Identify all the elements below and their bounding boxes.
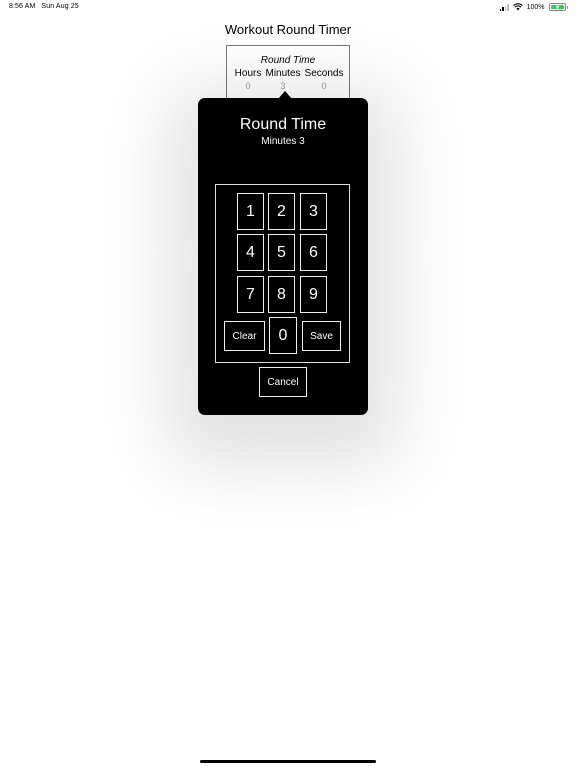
hours-column[interactable]: Hours 0 xyxy=(233,68,263,91)
key-4[interactable]: 4 xyxy=(237,234,264,271)
minutes-label: Minutes xyxy=(265,68,301,79)
key-3[interactable]: 3 xyxy=(300,193,327,230)
key-5[interactable]: 5 xyxy=(268,234,295,271)
hours-label: Hours xyxy=(234,68,262,79)
save-button[interactable]: Save xyxy=(302,321,341,351)
screen: 8:56 AM Sun Aug 25 100% Workout Round Ti… xyxy=(0,0,576,768)
charging-bolt-icon xyxy=(555,4,559,10)
popover-subtitle: Minutes 3 xyxy=(261,136,305,147)
seconds-value: 0 xyxy=(321,81,327,91)
minutes-value: 3 xyxy=(280,81,286,91)
cellular-signal-icon xyxy=(499,4,509,11)
key-6[interactable]: 6 xyxy=(300,234,327,271)
key-0[interactable]: 0 xyxy=(269,317,297,354)
wifi-icon xyxy=(512,3,523,11)
battery-percent: 100% xyxy=(526,3,545,11)
hours-value: 0 xyxy=(245,81,251,91)
round-time-box-title: Round Time xyxy=(260,55,316,66)
cancel-button[interactable]: Cancel xyxy=(259,367,307,397)
seconds-column[interactable]: Seconds 0 xyxy=(303,68,345,91)
keypad: 1 2 3 4 5 6 7 8 9 Clear 0 Save xyxy=(215,184,350,363)
clear-button[interactable]: Clear xyxy=(224,321,265,351)
popover-title: Round Time xyxy=(239,116,327,133)
battery-icon xyxy=(548,3,566,11)
status-indicators: 100% xyxy=(499,2,568,12)
minutes-column[interactable]: Minutes 3 xyxy=(264,68,302,91)
app-title: Workout Round Timer xyxy=(224,22,352,37)
key-8[interactable]: 8 xyxy=(268,276,295,313)
battery-tip xyxy=(566,5,568,9)
status-time-date: 8:56 AM Sun Aug 25 xyxy=(9,3,79,10)
key-2[interactable]: 2 xyxy=(268,193,295,230)
seconds-label: Seconds xyxy=(304,68,344,79)
key-1[interactable]: 1 xyxy=(237,193,264,230)
key-7[interactable]: 7 xyxy=(237,276,264,313)
key-9[interactable]: 9 xyxy=(300,276,327,313)
keypad-popover: Round Time Minutes 3 1 2 3 4 5 6 7 8 9 C… xyxy=(198,98,368,415)
home-indicator[interactable] xyxy=(200,760,376,763)
